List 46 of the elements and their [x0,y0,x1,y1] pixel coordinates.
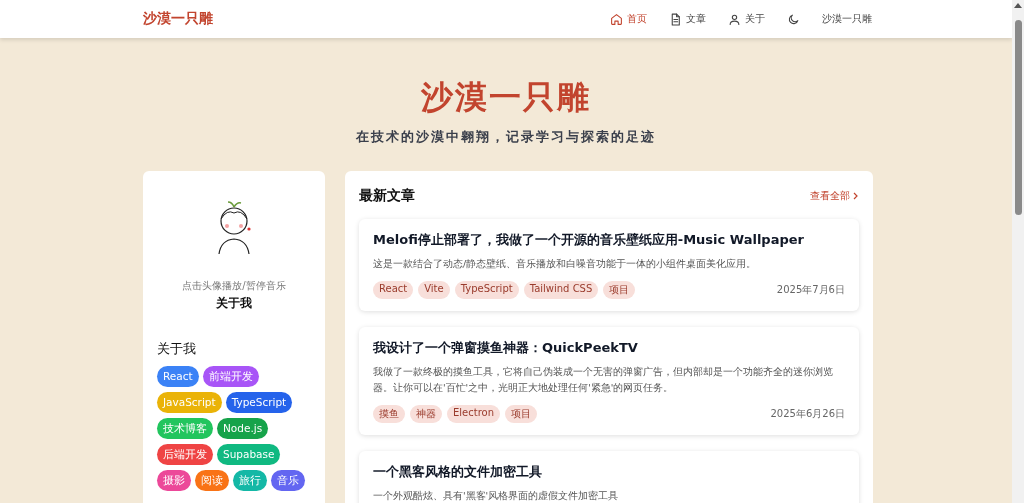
article-summary: 我做了一款终极的摸鱼工具，它将自己伪装成一个无害的弹窗广告，但内部却是一个功能齐全的迷你浏览器。让你可以在'百忙'之中，光明正大地处理任何'紧急'的网页任务。 [373,365,834,395]
article-card[interactable]: Melofi停止部署了，我做了一个开源的音乐壁纸应用-Music Wallpaper 这是一款结合了动态/静态壁纸、音乐播放和白噪音功能于一体的小组件桌面美化应用。 React Vite TypeScript Tailwind CSS 项目 2025年7月6日 [359,219,859,311]
user-name[interactable]: 沙漠一只雕 [822,12,872,26]
article-card[interactable]: 一个黑客风格的文件加密工具 一个外观酷炫、具有'黑客'风格界面的虚假文件加密工具 [359,451,859,503]
tag[interactable]: TypeScript [225,392,293,413]
tag[interactable]: 音乐 [271,470,305,491]
article-summary: 这是一款结合了动态/静态壁纸、音乐播放和白噪音功能于一体的小组件桌面美化应用。 [373,257,758,271]
nav-link[interactable]: 首页 [610,12,647,26]
article-date: 2025年7月6日 [776,283,845,297]
nav-link[interactable]: 文章 [669,12,706,26]
article-tag[interactable]: 神器 [410,405,442,423]
tag[interactable]: React [157,366,199,387]
article-title[interactable]: 一个黑客风格的文件加密工具 [373,463,845,481]
article-tag[interactable]: TypeScript [454,281,519,299]
article-title[interactable]: Melofi停止部署了，我做了一个开源的音乐壁纸应用-Music Wallpaper [373,231,845,249]
tag[interactable]: Node.js [217,418,269,439]
view-all-link[interactable]: 查看全部 [810,189,859,203]
tag[interactable]: 后端开发 [157,444,213,465]
avatar-hint: 点击头像播放/暂停音乐 [181,279,287,293]
article-date: 2025年6月26日 [770,407,845,421]
tag[interactable]: 前端开发 [202,366,259,387]
article-summary: 一个外观酷炫、具有'黑客'风格界面的虚假文件加密工具 [373,489,620,503]
hero-subtitle: 在技术的沙漠中翱翔，记录学习与探索的足迹 [355,128,657,146]
scrollbar[interactable] [1012,0,1024,503]
article-tag[interactable]: 项目 [603,281,636,299]
article-tag[interactable]: 项目 [505,405,537,423]
nav-link[interactable]: 关于 [728,12,765,26]
section-heading: 关于我 [157,340,197,358]
article-card[interactable]: 我设计了一个弹窗摸鱼神器：QuickPeekTV 我做了一款终极的摸鱼工具，它将自己伪装成一个无害的弹窗广告，但内部却是一个功能齐全的迷你浏览器。让你可以在'百忙'之中，光明正大地处理任何'紧急'的网页任务。 摸鱼 神器 Electron 项目 2025年6月26日 [359,327,859,435]
theme-toggle[interactable] [787,12,800,26]
site-logo[interactable]: 沙漠一只雕 [143,10,213,28]
home-icon [610,12,623,26]
article-tag[interactable]: Electron [447,405,500,423]
chevron-icon [852,192,859,200]
profile-name: 关于我 [215,295,253,312]
document-icon [669,12,682,26]
user-icon [728,12,741,26]
article-tag[interactable]: 摸鱼 [373,405,405,423]
article-tag[interactable]: Tailwind CSS [523,281,599,299]
moon-icon [787,12,800,26]
article-tag[interactable]: React [373,281,414,299]
article-tag[interactable]: Vite [418,281,450,299]
tag[interactable]: 摄影 [157,470,191,491]
section-heading: 最新文章 [359,187,415,205]
article-title[interactable]: 我设计了一个弹窗摸鱼神器：QuickPeekTV [373,339,845,357]
hero-title: 沙漠一只雕 [420,77,592,118]
